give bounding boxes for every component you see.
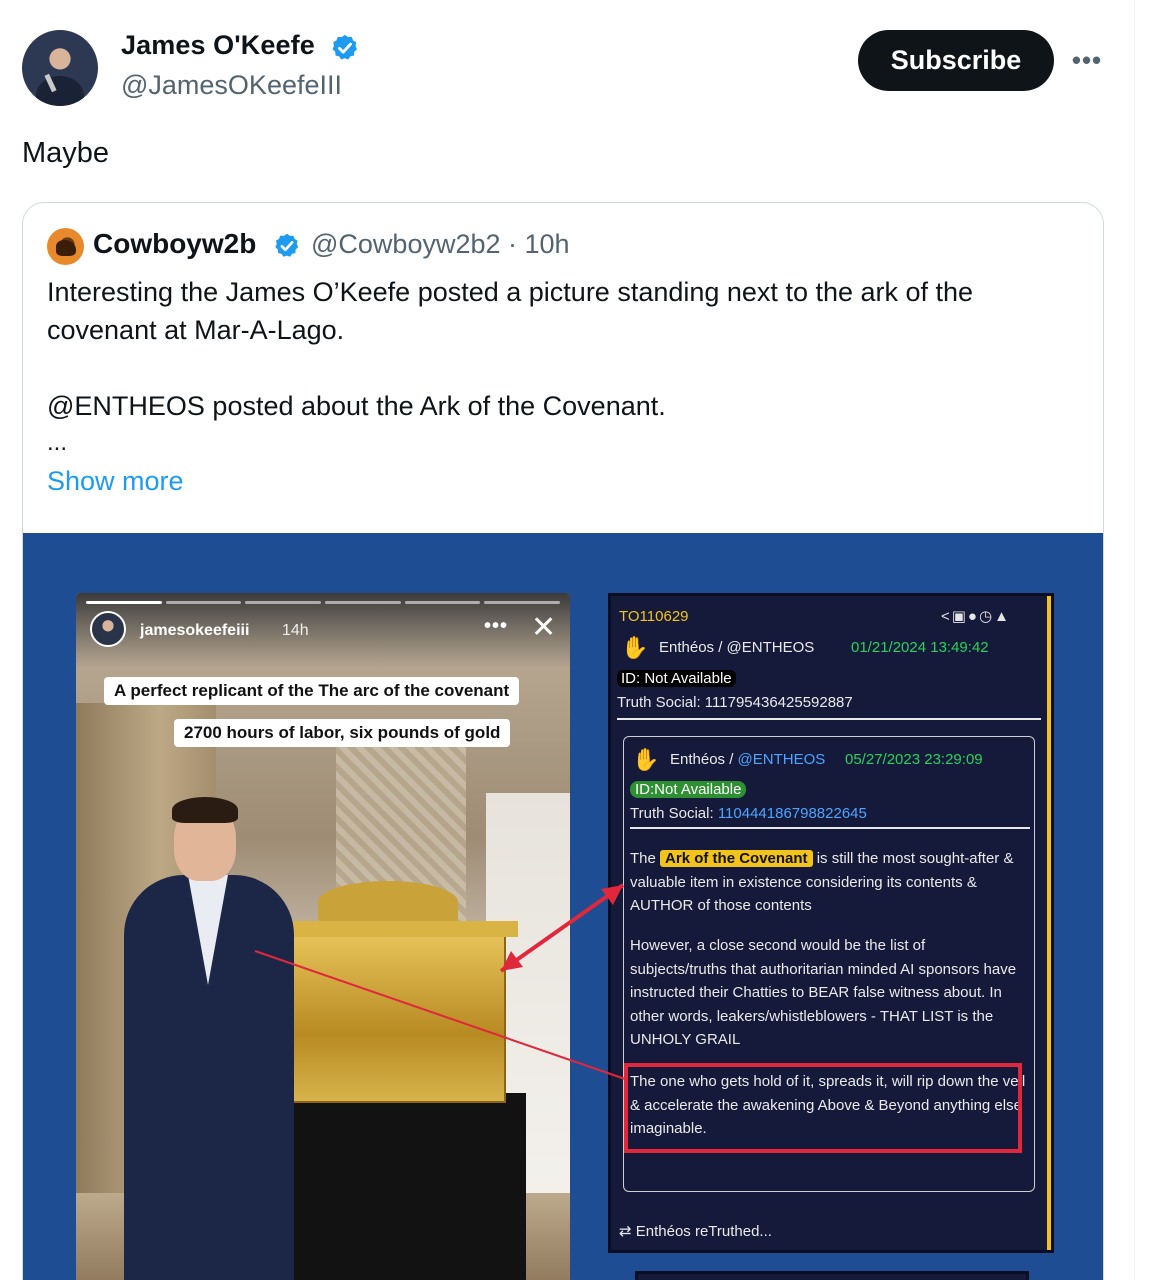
- quoted-body-line: Interesting the James O’Keefe posted a p…: [47, 277, 974, 345]
- quoted-author-name[interactable]: Cowboyw2b: [93, 228, 256, 260]
- more-options-icon[interactable]: •••: [1070, 45, 1104, 75]
- story-caption: 2700 hours of labor, six pounds of gold: [174, 719, 511, 747]
- truth-id-badge: ID:Not Available: [630, 781, 747, 798]
- quoted-body: Interesting the James O’Keefe posted a p…: [47, 273, 1087, 425]
- retruth-line: ⇄ Enthéos reTruthed...: [619, 1222, 772, 1240]
- story-caption: A perfect replicant of the The arc of th…: [104, 677, 520, 705]
- story-progress-bars: [86, 601, 561, 604]
- author-name[interactable]: James O'Keefe: [121, 30, 315, 61]
- text-span: The: [630, 850, 656, 867]
- truth-social-label: Truth Social:: [630, 805, 718, 822]
- truth-post-id: TO110629: [619, 608, 689, 625]
- truth-paragraph: The Ark of the Covenant is still the mos…: [630, 847, 1026, 918]
- show-more-link[interactable]: Show more: [47, 466, 184, 497]
- truth-user-handle: @ENTHEOS: [737, 751, 826, 768]
- quoted-body-line: [47, 349, 1087, 387]
- truth-user: Enthéos / @ENTHEOS: [670, 751, 825, 768]
- post-text: Maybe: [22, 137, 110, 169]
- story-time: 14h: [282, 622, 309, 639]
- truth-social-screenshot: TO110629 <▣●◷▲ ✋ Enthéos / @ENTHEOS 01/2…: [608, 593, 1054, 1253]
- truth-social-id: Truth Social: 110444186798822645: [630, 805, 867, 822]
- quoted-author-avatar[interactable]: [47, 228, 84, 265]
- subscribe-button[interactable]: Subscribe: [858, 30, 1054, 91]
- quoted-handle-time[interactable]: @Cowboyw2b2 · 10h: [311, 229, 570, 260]
- highlighted-text: Ark of the Covenant: [660, 850, 813, 867]
- story-close-icon: ✕: [531, 611, 557, 644]
- verified-badge-icon: [275, 233, 299, 257]
- truth-paragraph: However, a close second would be the lis…: [630, 937, 1017, 1048]
- verified-badge-icon: [332, 34, 357, 60]
- truth-social-id: Truth Social: 111795436425592887: [617, 694, 853, 711]
- author-handle[interactable]: @JamesOKeefeIII: [121, 70, 342, 101]
- truth-user: Enthéos / @ENTHEOS: [659, 639, 815, 656]
- quoted-body-line: @ENTHEOS posted about the Ark of the Cov…: [47, 391, 666, 421]
- quoted-ellipsis: ...: [47, 429, 68, 456]
- truth-nested-post: ✋ Enthéos / @ENTHEOS 05/27/2023 23:29:09…: [623, 736, 1035, 1192]
- truth-social-value: 110444186798822645: [717, 805, 867, 822]
- instagram-story-screenshot: jamesokeefeiii 14h ••• ✕ A perfect repli…: [76, 593, 570, 1280]
- timeline-divider: [1134, 0, 1135, 1280]
- quoted-media-image[interactable]: jamesokeefeiii 14h ••• ✕ A perfect repli…: [23, 533, 1103, 1280]
- next-post-edge: [635, 1271, 1029, 1280]
- author-avatar[interactable]: [22, 30, 98, 106]
- truth-user-name: Enthéos /: [670, 751, 738, 768]
- quoted-post[interactable]: Cowboyw2b @Cowboyw2b2 · 10h Interesting …: [22, 202, 1104, 1280]
- story-avatar: [90, 611, 126, 647]
- man-in-suit-image: [124, 783, 294, 1280]
- divider: [617, 718, 1041, 720]
- entheos-hand-icon: ✋: [621, 635, 649, 660]
- truth-date: 01/21/2024 13:49:42: [851, 639, 989, 656]
- red-highlight-box: [624, 1063, 1022, 1153]
- divider: [630, 827, 1030, 829]
- truth-date: 05/27/2023 23:29:09: [845, 751, 983, 768]
- retruth-text: Enthéos reTruthed...: [635, 1223, 772, 1240]
- truth-id-badge: ID: Not Available: [617, 670, 736, 687]
- story-username: jamesokeefeiii: [140, 622, 250, 639]
- story-more-icon: •••: [484, 615, 509, 637]
- retruth-icon: ⇄: [619, 1223, 632, 1240]
- truth-toolbar-icons: <▣●◷▲: [941, 608, 1011, 625]
- entheos-hand-icon: ✋: [632, 747, 660, 772]
